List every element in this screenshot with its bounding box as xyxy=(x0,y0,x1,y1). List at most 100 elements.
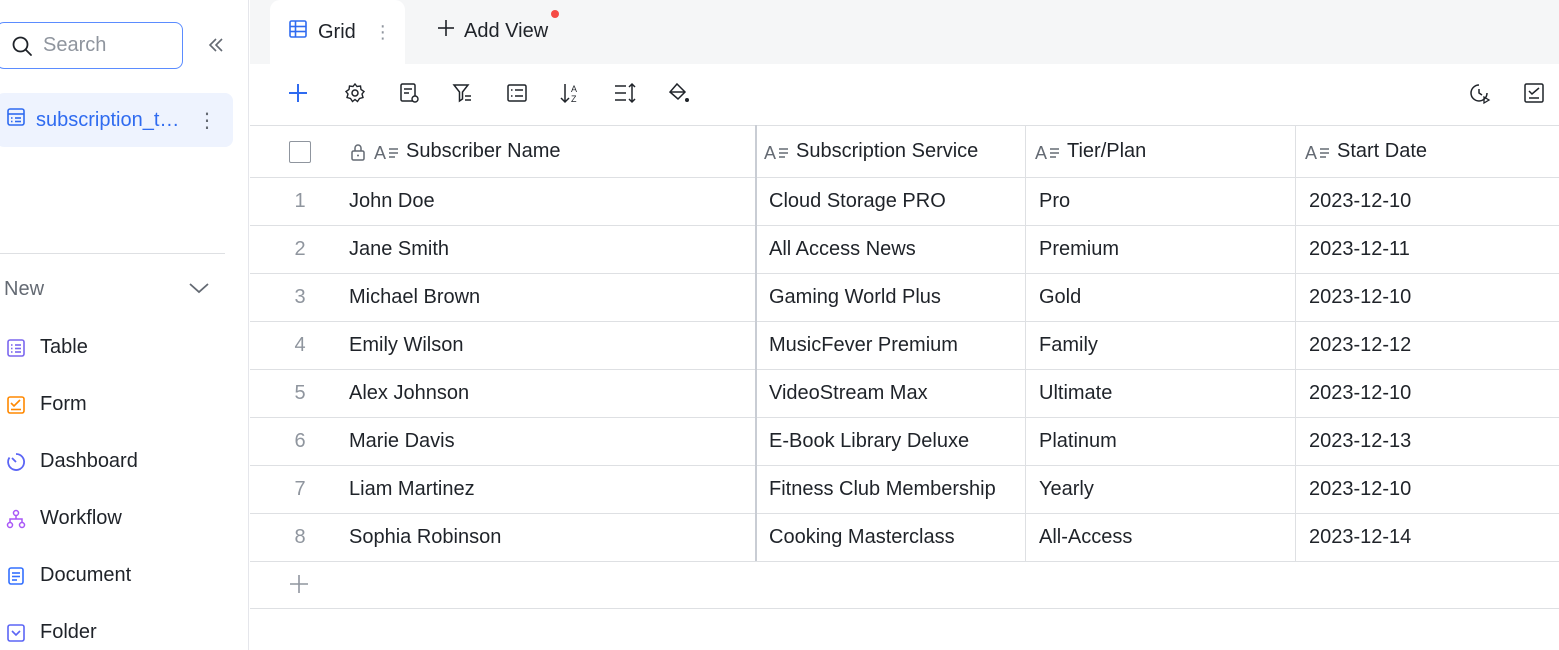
cell-subscriber-name[interactable]: Alex Johnson xyxy=(349,370,469,417)
tab-grid-label: Grid xyxy=(318,20,356,43)
svg-text:A: A xyxy=(1305,143,1317,162)
cell-subscriber-name[interactable]: Michael Brown xyxy=(349,274,480,321)
column-title: Subscription Service xyxy=(796,140,979,162)
new-form-item[interactable]: Form xyxy=(6,393,87,416)
cell-subscriber-name[interactable]: Jane Smith xyxy=(349,226,449,273)
text-field-icon: A xyxy=(1305,142,1331,162)
cell-subscriber-name[interactable]: Sophia Robinson xyxy=(349,514,501,561)
table-row[interactable]: 1 John Doe Cloud Storage PRO Pro 2023-12-10 xyxy=(250,178,1559,226)
add-view-button[interactable]: Add View xyxy=(436,18,548,44)
cell-tier-plan[interactable]: Ultimate xyxy=(1039,370,1112,417)
cell-start-date[interactable]: 2023-12-14 xyxy=(1309,514,1411,561)
table-row[interactable]: 3 Michael Brown Gaming World Plus Gold 2023-… xyxy=(250,274,1559,322)
add-record-icon[interactable] xyxy=(285,80,311,106)
column-divider[interactable] xyxy=(1025,125,1026,561)
cell-subscriber-name[interactable]: Liam Martinez xyxy=(349,466,475,513)
frozen-column-divider[interactable] xyxy=(755,125,757,561)
sort-icon[interactable]: AZ xyxy=(558,80,584,106)
new-item-label: Form xyxy=(40,393,87,415)
column-header-subscriber-name[interactable]: A Subscriber Name xyxy=(348,126,561,177)
cell-subscription-service[interactable]: E-Book Library Deluxe xyxy=(769,418,969,465)
cell-subscription-service[interactable]: VideoStream Max xyxy=(769,370,928,417)
cell-tier-plan[interactable]: Platinum xyxy=(1039,418,1117,465)
fill-color-icon[interactable] xyxy=(666,80,692,106)
cell-start-date[interactable]: 2023-12-10 xyxy=(1309,274,1411,321)
plus-icon xyxy=(436,18,456,44)
row-number: 6 xyxy=(294,430,306,452)
column-title: Start Date xyxy=(1337,140,1428,162)
search-box[interactable] xyxy=(0,22,183,69)
add-row-button[interactable] xyxy=(250,561,1559,609)
cell-start-date[interactable]: 2023-12-13 xyxy=(1309,418,1411,465)
table-row[interactable]: 2 Jane Smith All Access News Premium 2023-12… xyxy=(250,226,1559,274)
search-input[interactable] xyxy=(43,34,163,57)
more-options-icon[interactable]: ⋮ xyxy=(197,108,217,133)
cell-tier-plan[interactable]: Pro xyxy=(1039,178,1070,225)
filter-icon[interactable] xyxy=(449,80,475,106)
cell-subscriber-name[interactable]: Emily Wilson xyxy=(349,322,463,369)
cell-tier-plan[interactable]: Family xyxy=(1039,322,1098,369)
cell-subscription-service[interactable]: Cloud Storage PRO xyxy=(769,178,946,225)
lock-icon xyxy=(348,142,368,162)
column-header-subscription-service[interactable]: A Subscription Service xyxy=(764,126,978,177)
new-table-item[interactable]: Table xyxy=(6,336,88,359)
table-row[interactable]: 6 Marie Davis E-Book Library Deluxe Platinu… xyxy=(250,418,1559,466)
workflow-icon xyxy=(6,509,26,529)
new-section-header[interactable]: New xyxy=(4,278,210,301)
tab-grid[interactable]: Grid ⋮ xyxy=(270,0,405,64)
add-view-label: Add View xyxy=(464,19,549,42)
column-header-start-date[interactable]: A Start Date xyxy=(1305,126,1427,177)
cell-start-date[interactable]: 2023-12-10 xyxy=(1309,178,1411,225)
cell-start-date[interactable]: 2023-12-10 xyxy=(1309,370,1411,417)
document-icon xyxy=(6,566,26,586)
collapse-sidebar-icon[interactable] xyxy=(204,33,228,57)
group-icon[interactable] xyxy=(504,80,530,106)
svg-text:A: A xyxy=(764,143,776,162)
new-folder-item[interactable]: Folder xyxy=(6,621,97,644)
cell-tier-plan[interactable]: Premium xyxy=(1039,226,1119,273)
settings-icon[interactable] xyxy=(342,80,368,106)
row-height-icon[interactable] xyxy=(612,80,638,106)
column-divider[interactable] xyxy=(1295,125,1296,561)
cell-start-date[interactable]: 2023-12-10 xyxy=(1309,466,1411,513)
history-icon[interactable] xyxy=(1466,80,1492,106)
cell-subscriber-name[interactable]: Marie Davis xyxy=(349,418,455,465)
row-number: 5 xyxy=(294,382,306,404)
svg-text:Z: Z xyxy=(571,94,577,104)
cell-subscription-service[interactable]: Fitness Club Membership xyxy=(769,466,996,513)
table-row[interactable]: 8 Sophia Robinson Cooking Masterclass All-A… xyxy=(250,514,1559,562)
table-row[interactable]: 4 Emily Wilson MusicFever Premium Family 202… xyxy=(250,322,1559,370)
field-settings-icon[interactable] xyxy=(396,80,422,106)
column-header-tier-plan[interactable]: A Tier/Plan xyxy=(1035,126,1146,177)
row-number: 8 xyxy=(294,526,306,548)
new-item-label: Table xyxy=(40,336,88,358)
new-workflow-item[interactable]: Workflow xyxy=(6,507,122,530)
task-icon[interactable] xyxy=(1521,80,1547,106)
select-all-checkbox[interactable] xyxy=(289,126,311,177)
svg-text:A: A xyxy=(374,143,386,162)
grid-view-icon xyxy=(288,19,308,45)
column-title: Tier/Plan xyxy=(1067,140,1147,162)
cell-subscription-service[interactable]: Gaming World Plus xyxy=(769,274,941,321)
cell-subscription-service[interactable]: MusicFever Premium xyxy=(769,322,958,369)
cell-start-date[interactable]: 2023-12-12 xyxy=(1309,322,1411,369)
cell-tier-plan[interactable]: All-Access xyxy=(1039,514,1132,561)
new-dashboard-item[interactable]: Dashboard xyxy=(6,450,138,473)
cell-subscription-service[interactable]: All Access News xyxy=(769,226,916,273)
search-icon xyxy=(11,35,33,57)
new-document-item[interactable]: Document xyxy=(6,564,131,587)
text-field-icon: A xyxy=(1035,142,1061,162)
cell-tier-plan[interactable]: Yearly xyxy=(1039,466,1094,513)
table-row[interactable]: 7 Liam Martinez Fitness Club Membership Yea… xyxy=(250,466,1559,514)
tab-more-icon[interactable]: ⋮ xyxy=(374,22,392,43)
cell-subscriber-name[interactable]: John Doe xyxy=(349,178,435,225)
new-item-label: Folder xyxy=(40,621,97,643)
row-number: 2 xyxy=(294,238,306,260)
table-row[interactable]: 5 Alex Johnson VideoStream Max Ultimate 2023… xyxy=(250,370,1559,418)
sidebar-item-subscription-table[interactable]: subscription_t… ⋮ xyxy=(0,93,233,147)
cell-tier-plan[interactable]: Gold xyxy=(1039,274,1081,321)
notification-dot xyxy=(551,10,559,18)
cell-start-date[interactable]: 2023-12-11 xyxy=(1309,226,1410,273)
cell-subscription-service[interactable]: Cooking Masterclass xyxy=(769,514,955,561)
plus-icon xyxy=(288,573,310,601)
